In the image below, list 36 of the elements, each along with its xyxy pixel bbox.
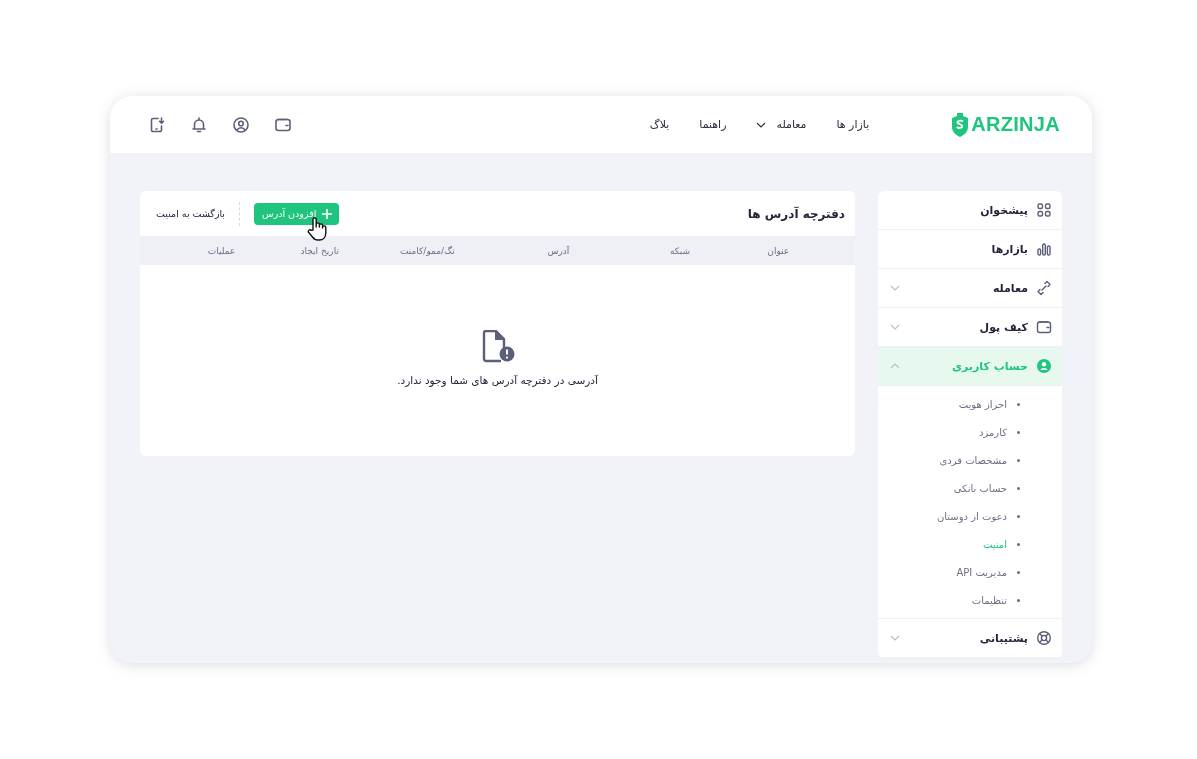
- column-header: عملیات: [206, 245, 237, 256]
- sidebar-item[interactable]: بازارها: [878, 230, 1062, 269]
- submenu-item[interactable]: مدیریت API: [878, 558, 1062, 586]
- shield-dollar-icon: [951, 111, 970, 138]
- nav-link[interactable]: بازار ها: [836, 118, 870, 131]
- column-header: عنوان: [766, 245, 791, 256]
- user-icon: [1036, 358, 1052, 374]
- back-link[interactable]: بازگشت به امنیت: [156, 208, 226, 219]
- submenu-item[interactable]: دعوت از دوستان: [878, 502, 1062, 530]
- card-title: دفترچه آدرس ها: [747, 206, 845, 221]
- grid-icon: [1036, 202, 1052, 218]
- user-icon[interactable]: [232, 115, 250, 134]
- phone-download-icon[interactable]: [148, 115, 166, 134]
- sidebar-item[interactable]: معامله: [878, 269, 1062, 308]
- column-header: تگ/ممو/کامنت: [398, 245, 456, 256]
- sidebar-item[interactable]: پشتیبانی: [878, 619, 1062, 658]
- nav-link[interactable]: بلاگ: [649, 118, 670, 131]
- plus-icon: [321, 207, 334, 220]
- empty-message: آدرسی در دفترچه آدرس های شما وجود ندارد.: [397, 374, 598, 386]
- chevron-icon: [756, 121, 767, 128]
- submenu-item[interactable]: احراز هویت: [878, 390, 1062, 418]
- submenu-item[interactable]: مشخصات فردی: [878, 446, 1062, 474]
- column-header: تاریخ ایجاد: [299, 245, 340, 256]
- submenu-item[interactable]: حساب بانکی: [878, 474, 1062, 502]
- submenu-item[interactable]: تنظیمات: [878, 586, 1062, 614]
- sidebar-item[interactable]: پیشخوان: [878, 191, 1062, 230]
- submenu-item[interactable]: کارمزد: [878, 418, 1062, 446]
- bar-chart-icon: [1036, 241, 1052, 257]
- column-header: آدرس: [546, 245, 571, 256]
- wallet-icon: [1036, 319, 1052, 335]
- exchange-icon: [1036, 280, 1052, 296]
- nav-link[interactable]: راهنما: [699, 118, 727, 131]
- lifebuoy-icon: [1036, 630, 1052, 646]
- bell-icon[interactable]: [190, 115, 208, 134]
- column-header: شبکه: [668, 245, 691, 256]
- nav-link[interactable]: معامله: [756, 118, 807, 131]
